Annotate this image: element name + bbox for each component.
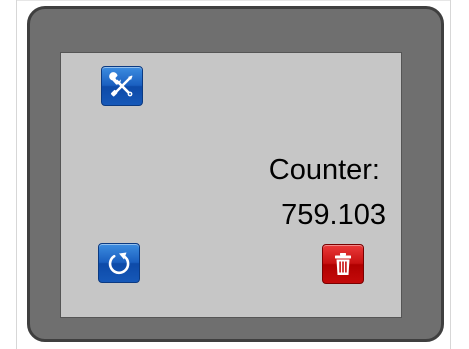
trash-icon (335, 253, 351, 275)
canvas: Counter: 759.103 (0, 0, 469, 349)
reset-button[interactable] (98, 243, 140, 283)
frame-left-border (16, 0, 17, 349)
counter-value: 759.103 (281, 199, 386, 231)
refresh-icon (108, 252, 130, 275)
counter-label: Counter: (268, 154, 380, 186)
frame-right-border (450, 0, 451, 349)
delete-button[interactable] (322, 244, 364, 284)
wrench-screwdriver-icon (109, 72, 133, 97)
settings-button[interactable] (101, 66, 143, 106)
frame-top-border (16, 0, 451, 1)
